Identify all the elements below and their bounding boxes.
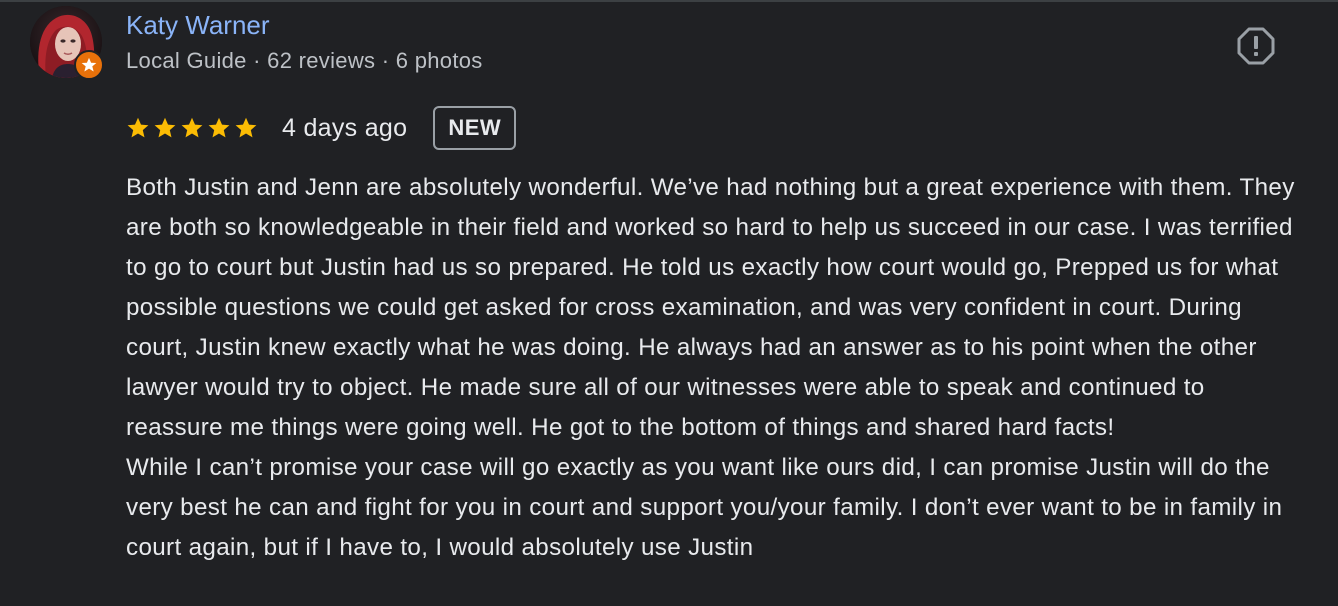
star-icon [181,117,203,138]
review-paragraph: While I can’t promise your case will go … [126,454,1283,561]
star-rating [126,116,258,140]
star-icon [208,117,230,138]
new-badge: NEW [433,106,517,150]
reviewer-avatar-wrap[interactable] [30,6,104,80]
star-icon [127,117,149,138]
reviewer-meta: Local Guide · 62 reviews · 6 photos [126,48,483,73]
review-paragraph: Both Justin and Jenn are absolutely wond… [126,174,1295,441]
star-icon [235,117,257,138]
report-button[interactable] [1236,26,1276,66]
reviewer-name[interactable]: Katy Warner [126,8,270,42]
review-card: Katy Warner Local Guide · 62 reviews · 6… [0,0,1338,606]
rating-row: 4 days ago NEW [126,104,517,152]
report-exclamation-icon [1237,27,1275,65]
review-time: 4 days ago [282,113,408,142]
local-guide-star-icon [81,57,97,72]
local-guide-badge [74,50,104,80]
star-icon [154,117,176,138]
review-body: Both Justin and Jenn are absolutely wond… [126,168,1306,568]
